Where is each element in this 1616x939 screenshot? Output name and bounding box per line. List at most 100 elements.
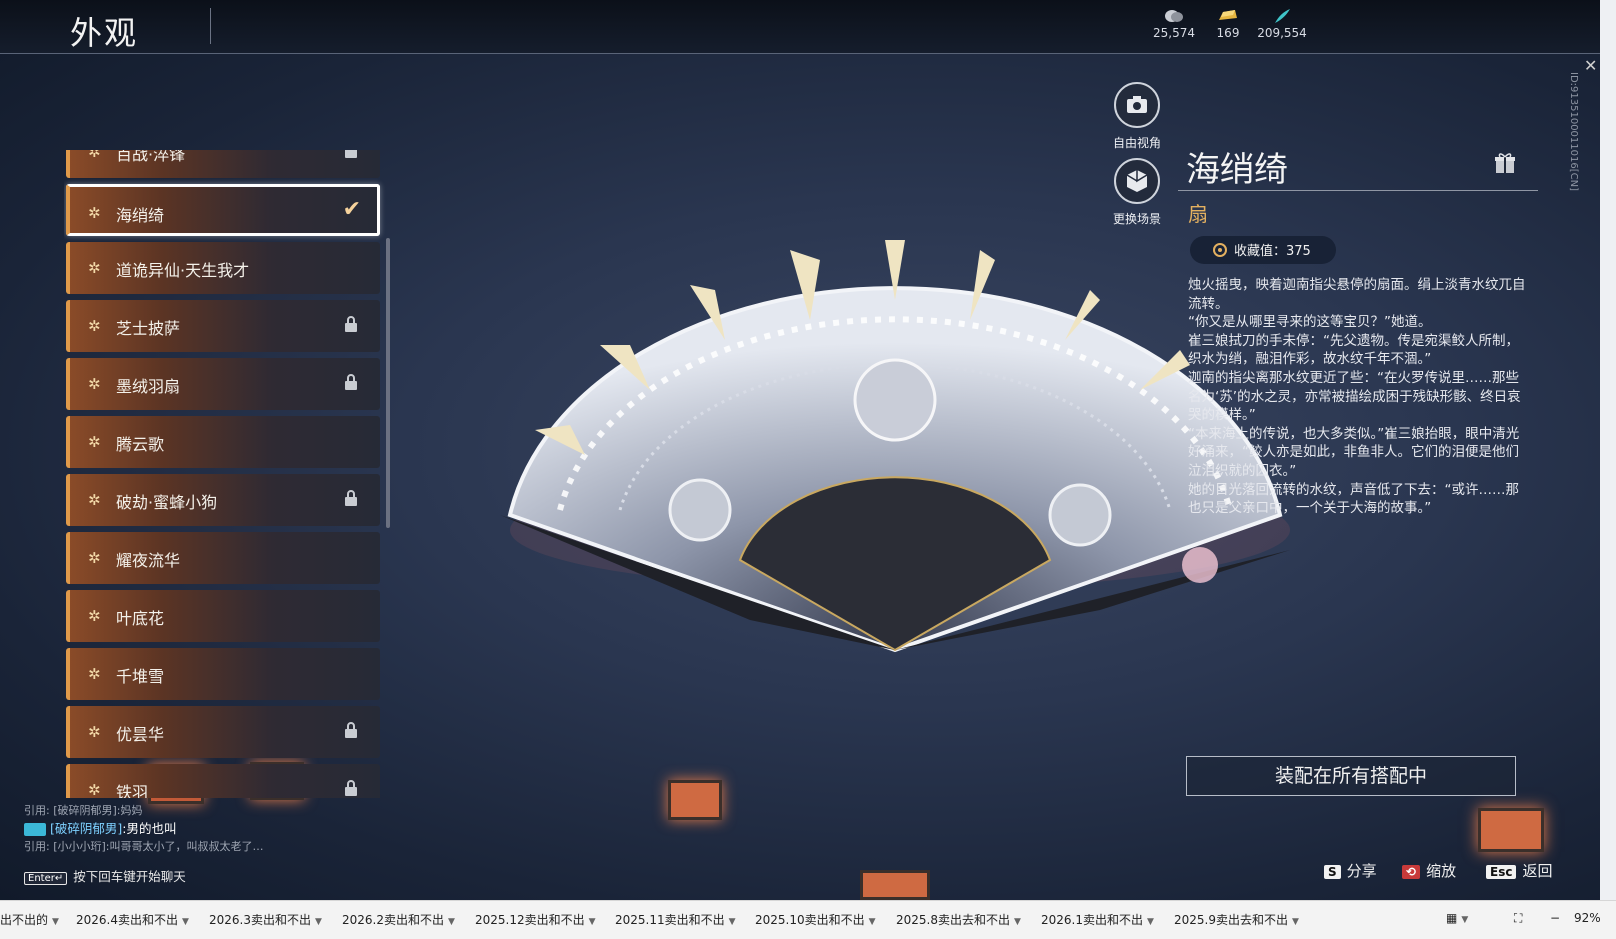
chat-text: :叫哥哥太小了，叫叔叔太老了… [105,840,264,853]
gift-icon[interactable] [1494,152,1516,174]
list-item-selected[interactable]: ✲ 海绡绮 ✔ [66,184,380,236]
title-divider [1178,190,1538,191]
grid-view-icon[interactable]: ▦ ▼ [1446,911,1468,925]
back-hint[interactable]: Esc 返回 [1486,860,1552,881]
list-item-name: 海绡绮 [116,206,165,225]
sheet-tab-bar: 出不出的 ▼ 2026.4卖出和不出 ▼ 2026.3卖出和不出 ▼ 2026.2卖出… [0,900,1616,939]
currency-jade[interactable]: 209,554 [1252,8,1312,40]
pinwheel-icon: ✲ [88,607,101,625]
list-item[interactable]: ✲ 道诡异仙·天生我才 [66,242,380,294]
pinwheel-icon: ✲ [88,723,101,741]
sheet-tab[interactable]: 出不出的 ▼ [0,911,59,928]
close-icon[interactable]: ✕ [1584,56,1597,75]
list-scrollbar[interactable] [386,238,390,528]
mouse-zoom-icon: ⟲ [1402,865,1421,879]
currency-gold[interactable]: 169 [1198,8,1258,40]
description-paragraph: 她的目光落回流转的水纹，声音低了下去：“或许……那也只是父亲口中，一个关于大海的… [1188,481,1519,517]
list-item-name: 道诡异仙·天生我才 [116,261,250,280]
title-divider [210,8,211,44]
sheet-tab[interactable]: 2026.3卖出和不出 ▼ [209,911,322,928]
pinwheel-icon: ✲ [88,781,101,798]
list-item[interactable]: ✲ 破劫·蜜蜂小狗 [66,474,380,526]
list-item[interactable]: ✲ 耀夜流华 [66,532,380,584]
change-scene-button[interactable]: 更换场景 [1102,158,1172,227]
list-item[interactable]: ✲ 叶底花 [66,590,380,642]
chat-hint[interactable]: Enter↵ 按下回车键开始聊天 [24,866,186,885]
share-label: 分享 [1346,862,1377,880]
description-paragraph: 迦南的指尖离那水纹更近了些：“在火罗传说里……那些名为‘苏’的水之灵，亦常被描绘… [1188,369,1521,424]
version-id: ID:9135100011016[CN] [1568,72,1579,191]
list-item-name: 叶底花 [116,609,165,628]
collect-value: 收藏值：375 [1234,244,1311,259]
sheet-tab[interactable]: 2026.4卖出和不出 ▼ [76,911,189,928]
list-item[interactable]: ✲ 芝士披萨 [66,300,380,352]
equip-all-button[interactable]: 装配在所有搭配中 [1186,756,1516,796]
sheet-tab[interactable]: 2026.2卖出和不出 ▼ [342,911,455,928]
zoom-out-icon[interactable]: − [1550,911,1560,925]
item-type: 扇 [1188,202,1208,226]
description-paragraph: “本来海上的传说，也大多类似。”崔三娘抬眼，眼中清光好涌来，“鲛人亦是如此，非鱼… [1188,425,1520,479]
gold-ingot-icon [1219,10,1237,20]
list-item[interactable]: ✲ 优昙华 [66,706,380,758]
lantern-decoration [668,780,722,820]
enter-key-icon: Enter↵ [24,872,68,885]
item-title: 海绡绮 [1186,150,1288,190]
list-item-name: 百战·淬锋 [116,150,186,164]
chat-sender: [小小小珩] [53,840,106,853]
zoom-label: 缩放 [1426,862,1457,880]
pinwheel-icon: ✲ [88,549,101,567]
sheet-tab[interactable]: 2025.9卖出去和不出 ▼ [1174,911,1299,928]
chat-prefix: 引用: [24,804,54,817]
zoom-hint[interactable]: ⟲ 缩放 [1402,860,1456,881]
description-paragraph: 烛火摇曳，映着迦南指尖悬停的扇面。绢上淡青水纹兀自流转。 [1188,277,1526,312]
free-view-button[interactable]: 自由视角 [1102,82,1172,151]
fullscreen-icon[interactable]: ⛶ [1514,911,1522,926]
item-description: 烛火摇曳，映着迦南指尖悬停的扇面。绢上淡青水纹兀自流转。 “你又是从哪里寻来的这… [1188,276,1526,518]
change-scene-label: 更换场景 [1112,212,1161,226]
game-viewport: 外观 25,574 169 209,554 ✲ 百战·淬锋 ✲ 海绡绮 ✔ ✲ … [0,0,1600,900]
pinwheel-icon: ✲ [88,491,101,509]
pinwheel-icon: ✲ [88,433,101,451]
chat-text: :男的也叫 [122,821,177,836]
list-item-name: 芝士披萨 [116,319,181,338]
currency-coins-value: 25,574 [1153,26,1195,40]
lock-icon [345,780,357,796]
key-esc-icon: Esc [1486,865,1517,879]
lantern-decoration [1478,808,1544,852]
key-s-icon: S [1324,865,1341,879]
sheet-tab[interactable]: 2025.11卖出和不出 ▼ [615,911,736,928]
list-item[interactable]: ✲ 墨绒羽扇 [66,358,380,410]
lock-icon [345,374,357,390]
sheet-tab[interactable]: 2026.1卖出和不出 ▼ [1041,911,1154,928]
window-edge [1600,0,1616,900]
description-paragraph: “你又是从哪里寻来的这等宝贝？”她道。 [1188,314,1432,331]
list-item[interactable]: ✲ 铁羽 [66,764,380,798]
sheet-tab[interactable]: 2025.12卖出和不出 ▼ [475,911,596,928]
currency-coins[interactable]: 25,574 [1144,8,1204,40]
chat-text: :妈妈 [116,804,143,817]
list-item[interactable]: ✲ 千堆雪 [66,648,380,700]
appearance-list[interactable]: ✲ 百战·淬锋 ✲ 海绡绮 ✔ ✲ 道诡异仙·天生我才 ✲ 芝士披萨 ✲ 墨绒羽… [64,150,394,798]
sheet-tab[interactable]: 2025.8卖出去和不出 ▼ [896,911,1021,928]
zoom-level: 92% [1574,911,1601,925]
chat-sender[interactable]: [破碎阴郁男] [50,821,122,836]
description-paragraph: 崔三娘拭刀的手未停：“先父遗物。传是宛渠鲛人所制，织水为绡，融泪作彩，故水纹千年… [1188,332,1519,368]
swirl-icon [1213,243,1227,257]
pinwheel-icon: ✲ [88,204,101,222]
chat-message: 引用: [破碎阴郁男]:妈妈 [24,802,284,820]
chat-box[interactable]: 引用: [破碎阴郁男]:妈妈 [破碎阴郁男]:男的也叫 引用: [小小小珩]:叫… [24,802,284,856]
list-item-name: 千堆雪 [116,667,165,686]
channel-tag-icon [24,823,46,836]
sheet-tab[interactable]: 2025.10卖出和不出 ▼ [755,911,876,928]
jade-feather-icon [1275,9,1290,23]
pinwheel-icon: ✲ [88,150,101,161]
share-hint[interactable]: S 分享 [1324,860,1377,881]
chat-message: [破碎阴郁男]:男的也叫 [24,820,284,838]
list-item[interactable]: ✲ 腾云歌 [66,416,380,468]
checkmark-icon: ✔ [342,197,361,222]
pinwheel-icon: ✲ [88,317,101,335]
chat-hint-text: 按下回车键开始聊天 [73,869,186,884]
lantern-decoration [860,870,930,900]
list-item[interactable]: ✲ 百战·淬锋 [66,150,380,178]
list-item-name: 破劫·蜜蜂小狗 [116,493,218,512]
